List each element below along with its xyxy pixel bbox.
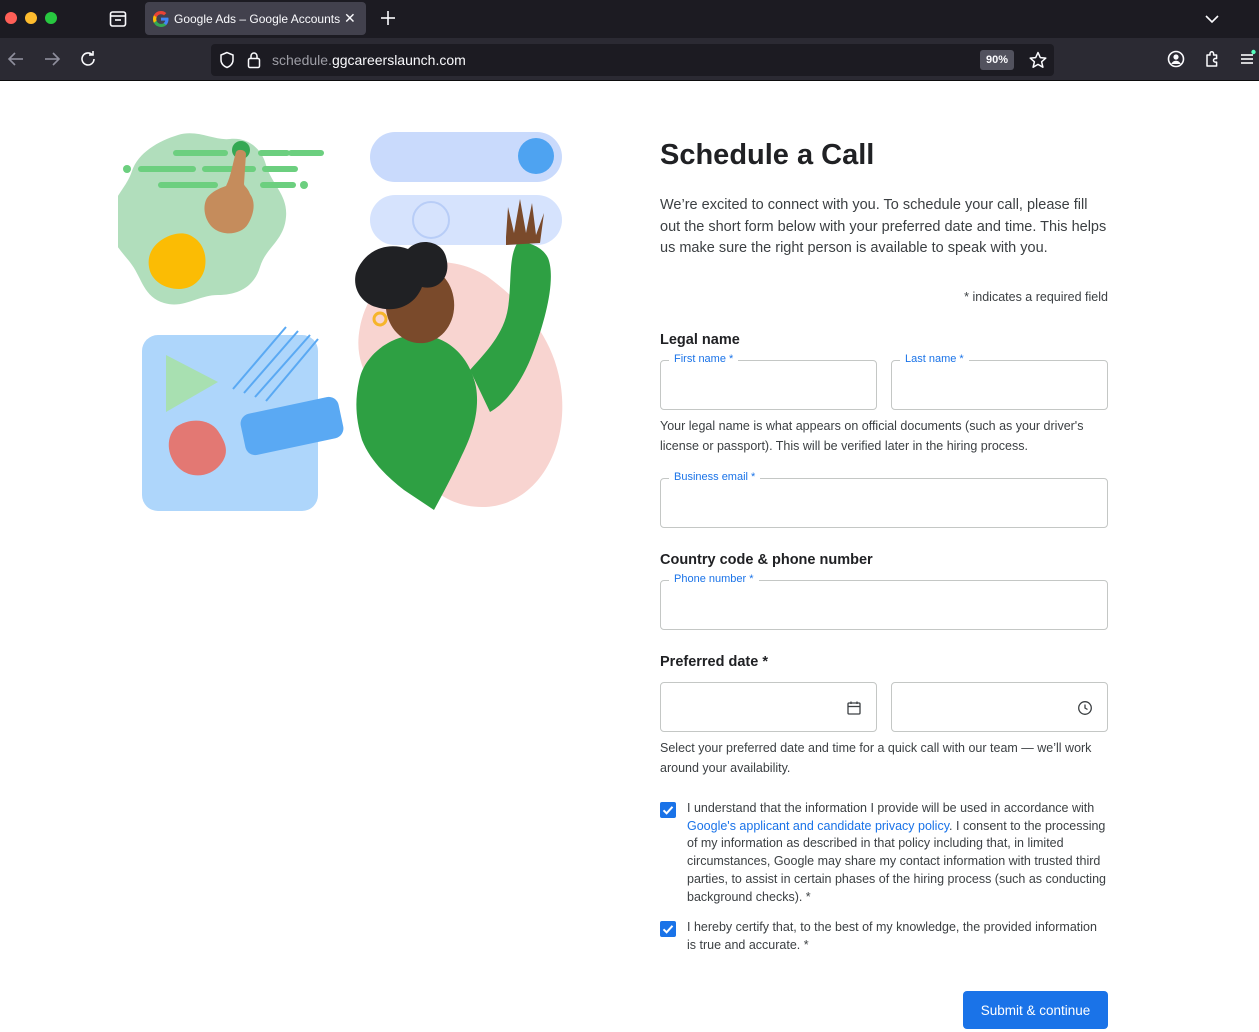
page-title: Schedule a Call xyxy=(660,139,875,171)
active-tab[interactable]: Google Ads – Google Accounts ✕ xyxy=(145,2,366,35)
preferred-date-label: Preferred date * xyxy=(660,654,768,670)
checkmark-icon xyxy=(662,925,674,934)
star-icon[interactable] xyxy=(1028,50,1048,70)
time-input[interactable] xyxy=(892,683,1107,731)
last-name-field[interactable]: Last name * xyxy=(891,353,1108,410)
google-favicon-icon xyxy=(153,11,169,27)
privacy-consent-text: I understand that the information I prov… xyxy=(687,800,1108,906)
calendar-icon[interactable] xyxy=(846,700,862,716)
clock-icon[interactable] xyxy=(1077,700,1093,716)
business-email-input[interactable] xyxy=(661,479,1107,527)
phone-section-label: Country code & phone number xyxy=(660,552,873,568)
zoom-level-badge[interactable]: 90% xyxy=(980,50,1015,70)
first-name-input[interactable] xyxy=(661,361,876,409)
preferred-date-helper: Select your preferred date and time for … xyxy=(660,741,1092,775)
address-bar[interactable]: schedule.ggcareerslaunch.com 90% xyxy=(211,44,1054,76)
account-icon[interactable] xyxy=(1166,49,1186,69)
time-field[interactable] xyxy=(891,682,1108,732)
back-arrow-icon[interactable] xyxy=(6,49,26,69)
illustration-image xyxy=(118,132,563,511)
shield-icon[interactable] xyxy=(219,51,235,69)
maximize-window-button[interactable] xyxy=(45,12,57,24)
chevron-down-icon[interactable] xyxy=(1203,10,1221,28)
close-window-button[interactable] xyxy=(5,12,17,24)
url-subdomain: schedule. xyxy=(272,52,332,68)
firefox-view-icon[interactable] xyxy=(108,9,128,29)
phone-number-field[interactable]: Phone number * xyxy=(660,573,1108,630)
intro-text: We’re excited to connect with you. To sc… xyxy=(660,197,1107,256)
lock-icon[interactable] xyxy=(247,51,261,69)
accuracy-certification-checkbox[interactable] xyxy=(660,921,676,937)
reload-icon[interactable] xyxy=(78,49,98,69)
browser-toolbar: schedule.ggcareerslaunch.com 90% xyxy=(0,38,1259,81)
submit-continue-button[interactable]: Submit & continue xyxy=(963,991,1108,1029)
url-domain: ggcareerslaunch.com xyxy=(331,52,466,68)
last-name-input[interactable] xyxy=(892,361,1107,409)
menu-icon[interactable] xyxy=(1238,49,1258,69)
tab-title: Google Ads – Google Accounts xyxy=(174,12,341,26)
checkmark-icon xyxy=(662,806,674,815)
new-tab-icon[interactable] xyxy=(378,8,398,28)
consent-text-before: I understand that the information I prov… xyxy=(687,801,1095,815)
accuracy-certification-text: I hereby certify that, to the best of my… xyxy=(687,920,1097,952)
required-field-note: * indicates a required field xyxy=(964,290,1108,304)
extensions-icon[interactable] xyxy=(1203,49,1223,69)
close-tab-icon[interactable]: ✕ xyxy=(344,10,356,27)
privacy-policy-link[interactable]: Google's applicant and candidate privacy… xyxy=(687,819,949,833)
browser-tab-bar: Google Ads – Google Accounts ✕ xyxy=(0,0,1259,38)
legal-name-label: Legal name xyxy=(660,332,740,348)
forward-arrow-icon[interactable] xyxy=(42,49,62,69)
phone-number-input[interactable] xyxy=(661,581,1107,629)
minimize-window-button[interactable] xyxy=(25,12,37,24)
first-name-field[interactable]: First name * xyxy=(660,353,877,410)
date-field[interactable] xyxy=(660,682,877,732)
business-email-field[interactable]: Business email * xyxy=(660,471,1108,528)
legal-name-helper: Your legal name is what appears on offic… xyxy=(660,419,1084,453)
date-input[interactable] xyxy=(661,683,876,731)
page-content: Schedule a Call We’re excited to connect… xyxy=(0,82,1259,1032)
url-text[interactable]: schedule.ggcareerslaunch.com xyxy=(272,52,466,68)
privacy-consent-checkbox[interactable] xyxy=(660,802,676,818)
